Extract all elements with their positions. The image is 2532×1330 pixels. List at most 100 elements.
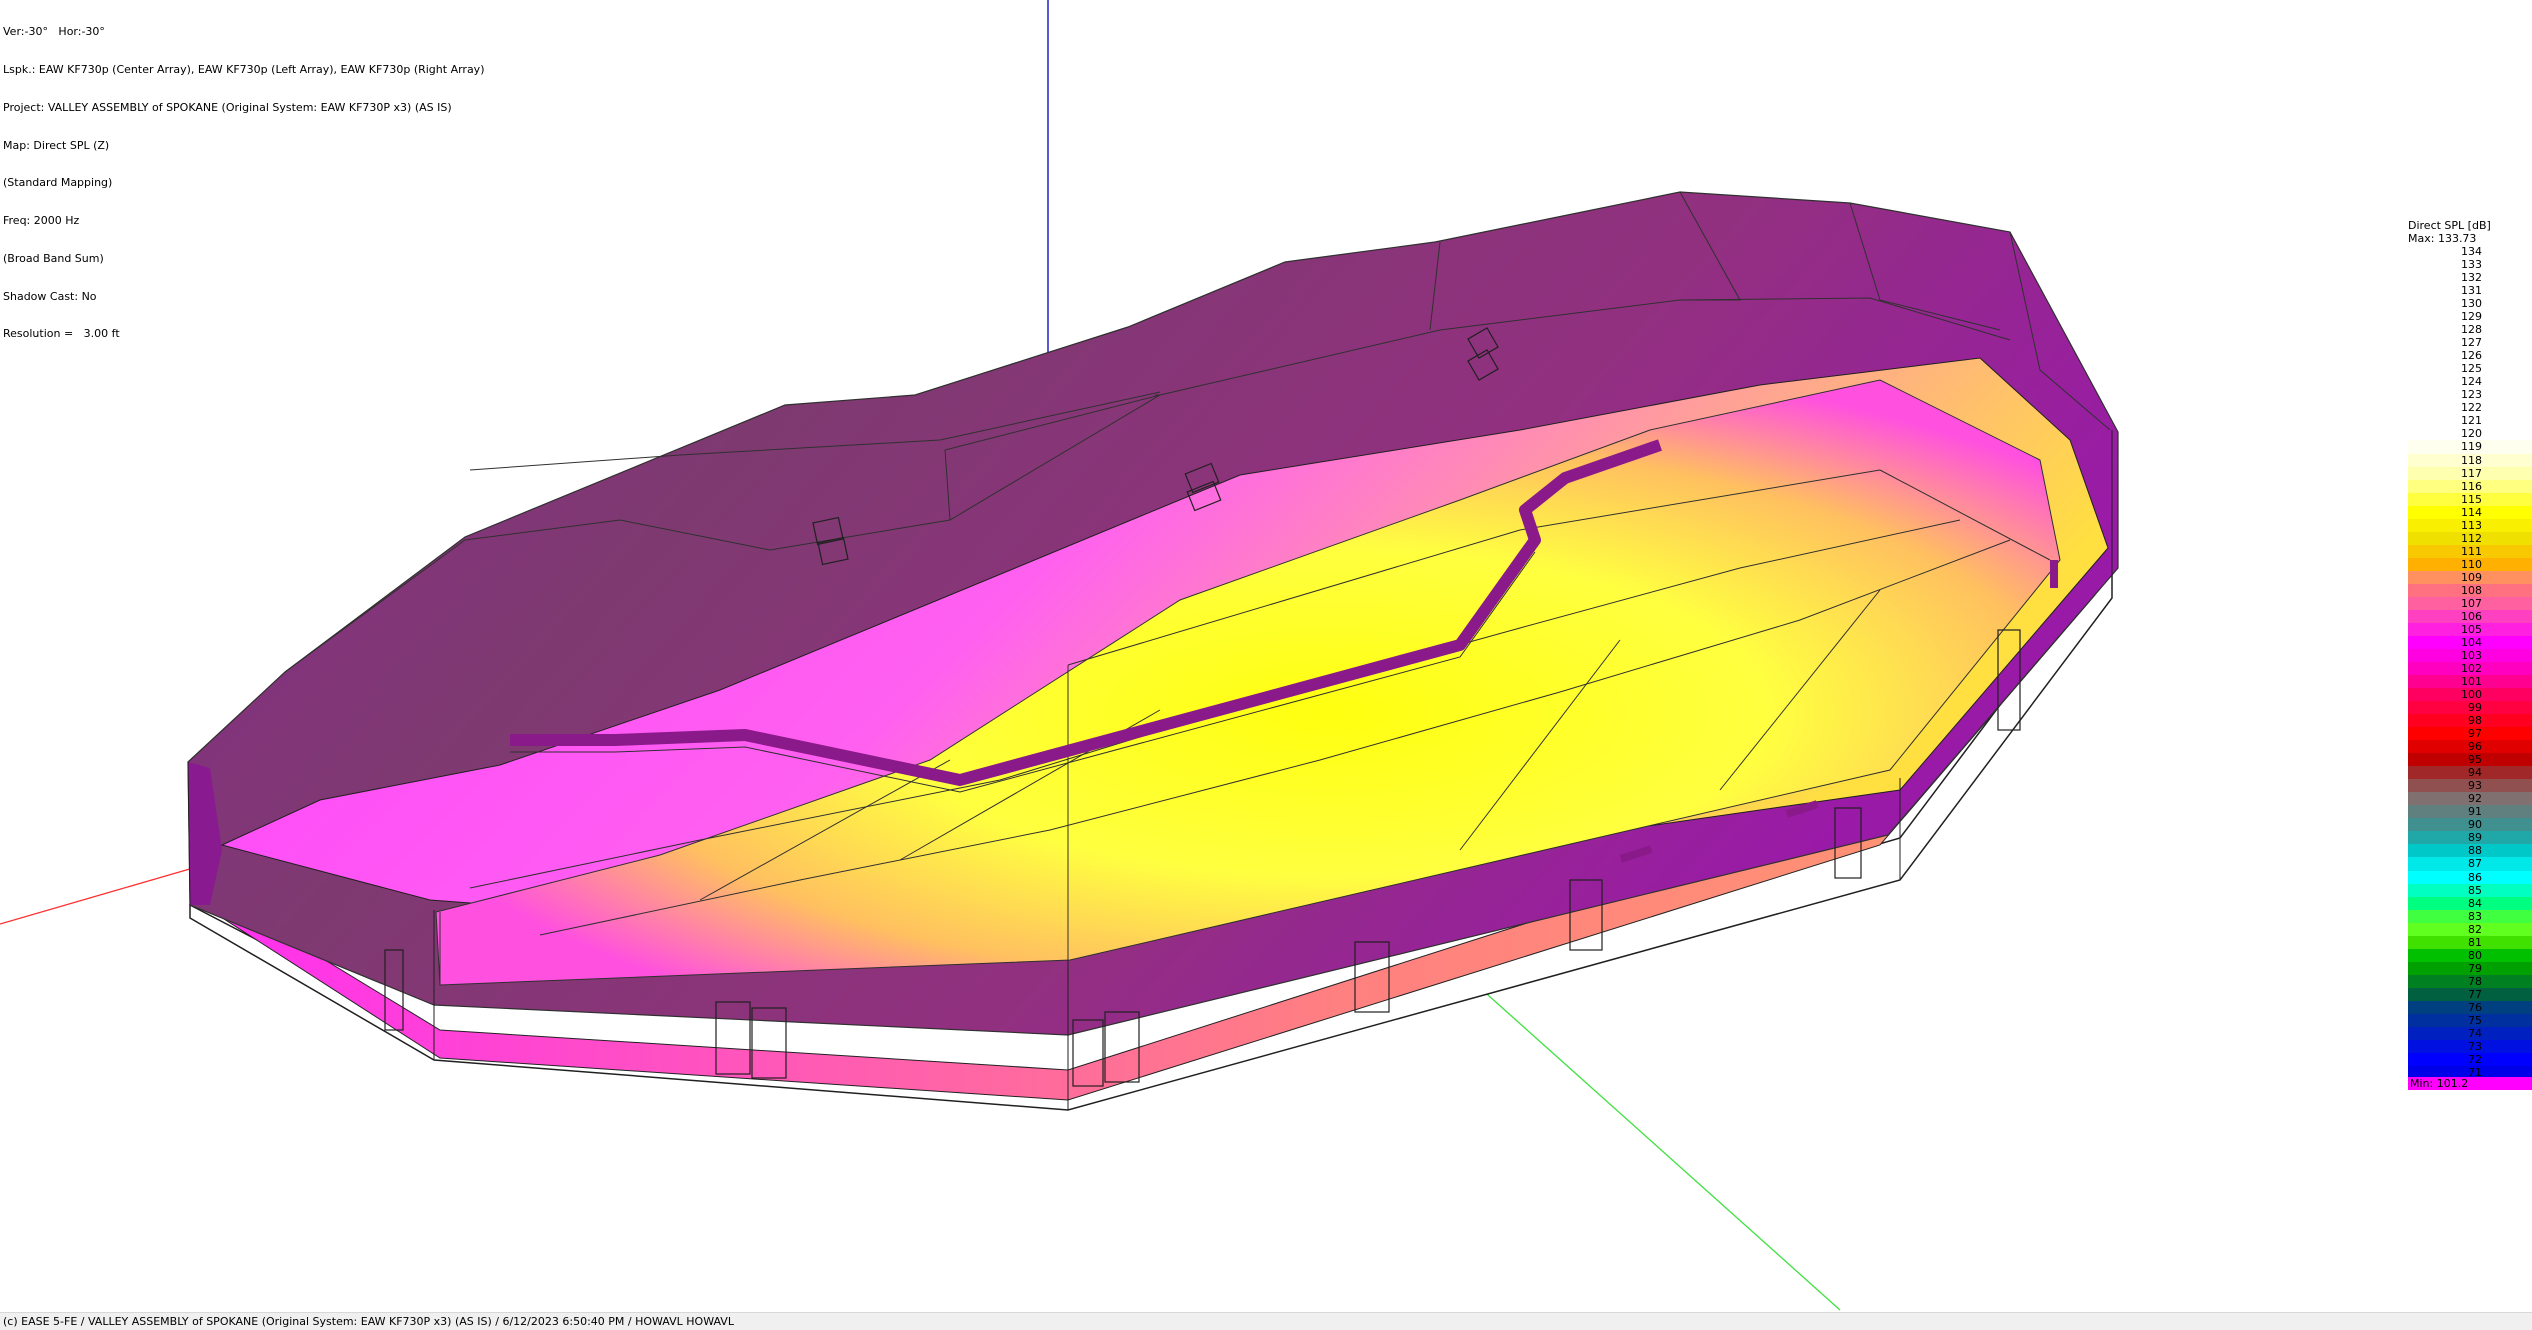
legend-entry: 103 (2408, 648, 2532, 662)
legend-label: 131 (2461, 284, 2482, 298)
legend-label: 76 (2468, 1000, 2482, 1014)
legend-label: 73 (2468, 1039, 2482, 1053)
legend-entry: 112 (2408, 531, 2532, 545)
legend-label: 116 (2461, 479, 2482, 493)
legend-label: 132 (2461, 271, 2482, 285)
view-angle-text: Ver:-30° Hor:-30° (3, 25, 105, 39)
legend-label: 94 (2468, 766, 2482, 780)
legend-label: 115 (2461, 492, 2482, 506)
legend-label: 133 (2461, 258, 2482, 272)
legend-entry: 116 (2408, 479, 2532, 493)
legend-label: 88 (2468, 844, 2482, 858)
legend-entry: 117 (2408, 466, 2532, 480)
legend-entry: 79 (2408, 961, 2532, 975)
legend-label: 99 (2468, 701, 2482, 715)
legend-label: 126 (2461, 349, 2482, 363)
legend-label: 113 (2461, 518, 2482, 532)
legend-label: 91 (2468, 805, 2482, 819)
legend-label: 134 (2461, 245, 2482, 258)
sum-mode-text: (Broad Band Sum) (3, 251, 104, 265)
legend-entry: 78 (2408, 974, 2532, 988)
mapping-mode-text: (Standard Mapping) (3, 176, 113, 190)
legend-entry: 127 (2408, 336, 2532, 350)
legend-entry: 123 (2408, 388, 2532, 402)
legend-label: 95 (2468, 753, 2482, 767)
legend-entry: 121 (2408, 414, 2532, 428)
legend-entry: 73 (2408, 1039, 2532, 1053)
legend-entry: 75 (2408, 1013, 2532, 1027)
legend-entry: 120 (2408, 427, 2532, 441)
shadow-cast-text: Shadow Cast: No (3, 289, 97, 303)
legend-label: 81 (2468, 935, 2482, 949)
legend-entry: 96 (2408, 740, 2532, 754)
loudspeaker-list-text: Lspk.: EAW KF730p (Center Array), EAW KF… (3, 62, 485, 76)
legend-entry: 100 (2408, 688, 2532, 702)
legend-label: 93 (2468, 779, 2482, 793)
legend-label: 118 (2461, 453, 2482, 467)
legend-label: 75 (2468, 1013, 2482, 1027)
legend-entry: 128 (2408, 323, 2532, 337)
legend-label: 85 (2468, 883, 2482, 897)
legend-entry: 80 (2408, 948, 2532, 962)
legend-entry: 109 (2408, 570, 2532, 584)
legend-label: 107 (2461, 596, 2482, 610)
legend-label: 119 (2461, 440, 2482, 454)
legend-max: Max: 133.73 (2408, 232, 2477, 245)
legend-entry: 107 (2408, 596, 2532, 610)
legend-label: 122 (2461, 401, 2482, 415)
legend-label: 108 (2461, 583, 2482, 597)
legend-label: 98 (2468, 714, 2482, 728)
legend-entry: 122 (2408, 401, 2532, 415)
frequency-text: Freq: 2000 Hz (3, 214, 80, 228)
legend-label: 112 (2461, 531, 2482, 545)
legend-entry: 125 (2408, 362, 2532, 376)
legend-label: 89 (2468, 831, 2482, 845)
legend-label: 102 (2461, 662, 2482, 675)
legend-entry: 126 (2408, 349, 2532, 363)
legend-label: 92 (2468, 792, 2482, 806)
legend-entry: 131 (2408, 284, 2532, 298)
legend-label: 86 (2468, 870, 2482, 884)
legend-entry: 81 (2408, 935, 2532, 949)
legend-entry: 76 (2408, 1000, 2532, 1014)
legend-entry: 104 (2408, 635, 2532, 649)
legend-entry: 98 (2408, 714, 2532, 728)
y-axis-line (1459, 969, 1841, 1311)
legend-entry: 87 (2408, 857, 2532, 871)
legend-label: 110 (2461, 557, 2482, 571)
legend-entry: 95 (2408, 753, 2532, 767)
legend-entry: 124 (2408, 375, 2532, 389)
legend-label: 83 (2468, 909, 2482, 923)
legend-min: Min: 101.2 (2408, 1077, 2532, 1090)
legend-label: 87 (2468, 857, 2482, 871)
legend-entry: 89 (2408, 831, 2532, 845)
legend-entry: 101 (2408, 675, 2532, 689)
legend-entry: 110 (2408, 557, 2532, 571)
legend-label: 96 (2468, 740, 2482, 754)
legend-entry: 84 (2408, 896, 2532, 910)
legend-entry: 118 (2408, 453, 2532, 467)
legend-label: 78 (2468, 974, 2482, 988)
legend-entry: 82 (2408, 922, 2532, 936)
legend-label: 129 (2461, 310, 2482, 324)
legend-entry: 74 (2408, 1026, 2532, 1040)
legend-entry: 129 (2408, 310, 2532, 324)
legend-label: 104 (2461, 635, 2482, 649)
legend-entry: 119 (2408, 440, 2532, 454)
legend-entry: 133 (2408, 258, 2532, 272)
legend-entry: 77 (2408, 987, 2532, 1001)
legend-label: 84 (2468, 896, 2482, 910)
legend-entry: 132 (2408, 271, 2532, 285)
legend-label: 90 (2468, 818, 2482, 832)
legend-label: 117 (2461, 466, 2482, 480)
legend-label: 127 (2461, 336, 2482, 350)
legend-label: 103 (2461, 648, 2482, 662)
legend-label: 100 (2461, 688, 2482, 702)
legend-entry: 115 (2408, 492, 2532, 506)
legend-label: 125 (2461, 362, 2482, 376)
legend-label: 106 (2461, 609, 2482, 623)
legend-entry: 113 (2408, 518, 2532, 532)
legend-entry: 94 (2408, 766, 2532, 780)
resolution-text: Resolution = 3.00 ft (3, 327, 120, 341)
legend-entry: 105 (2408, 622, 2532, 636)
